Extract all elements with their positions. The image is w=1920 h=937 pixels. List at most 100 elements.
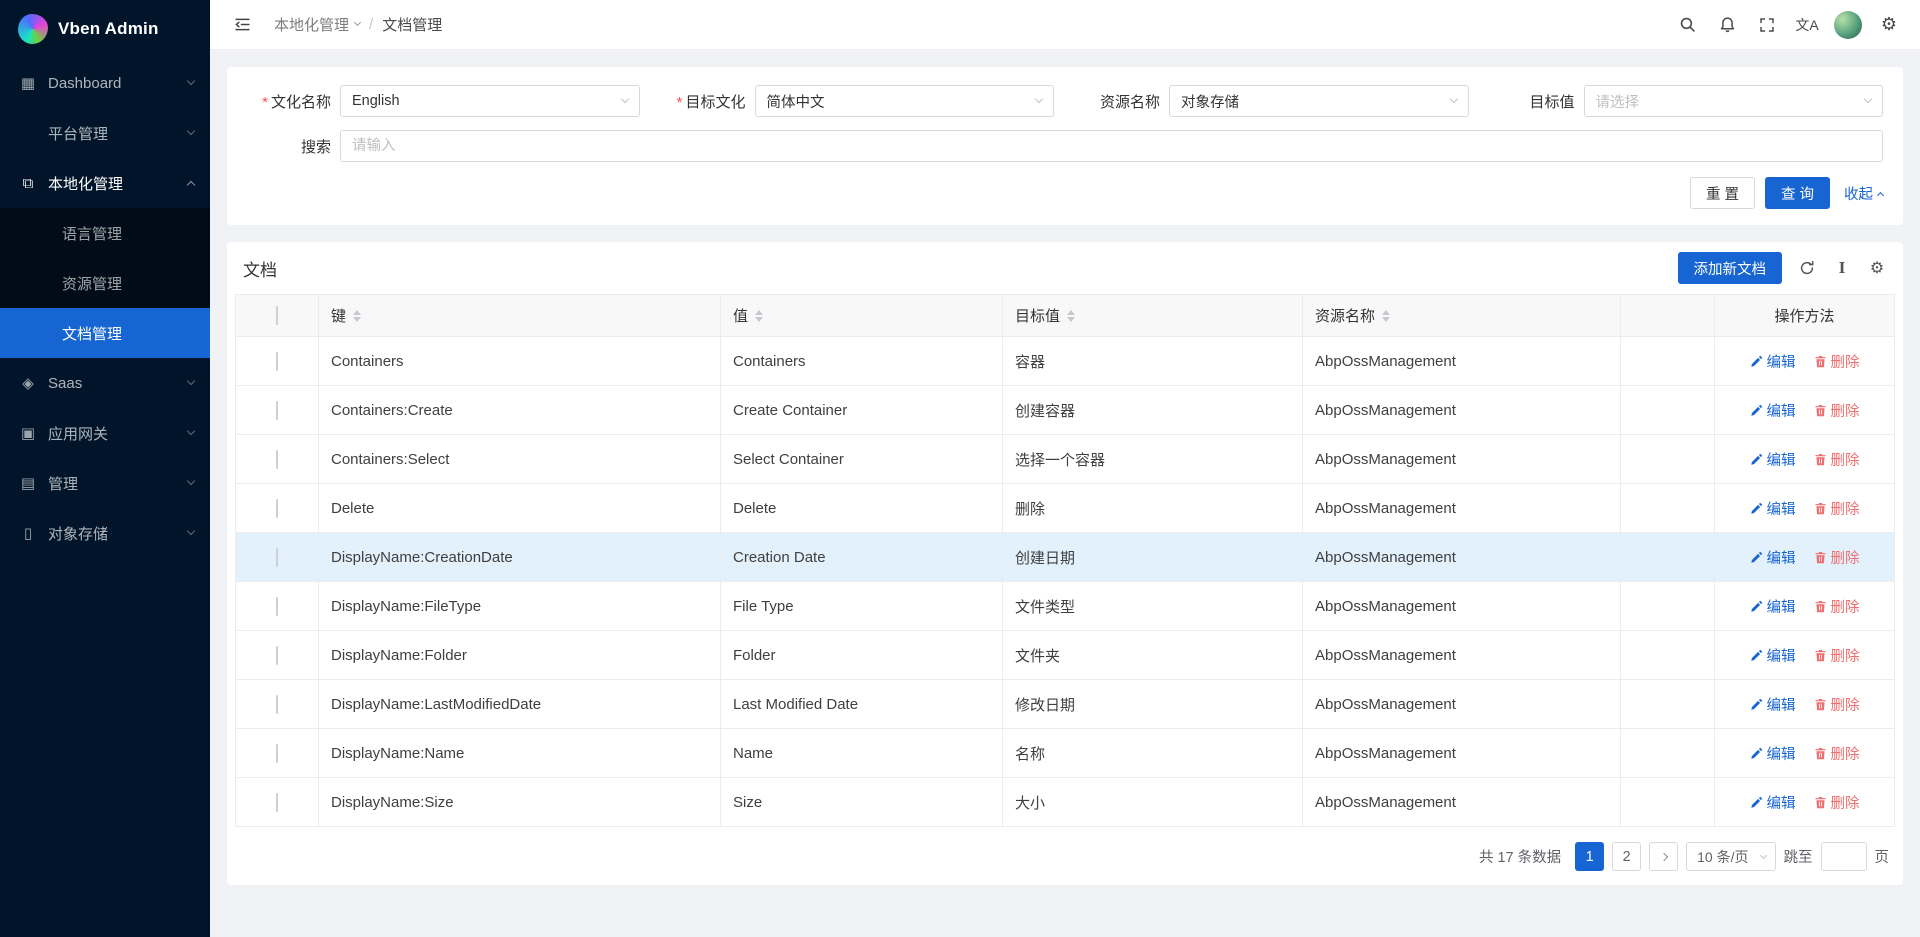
main-area: 本地化管理 / 文档管理 [210,0,1920,937]
sidebar-item-object-storage[interactable]: ▯对象存储 [0,508,210,558]
query-button[interactable]: 查 询 [1765,177,1830,209]
sidebar-menu: ▦Dashboard平台管理⧉本地化管理语言管理资源管理文档管理◈Saas▣应用… [0,58,210,558]
sidebar-subitem-resource[interactable]: 资源管理 [0,258,210,308]
column-header-2[interactable]: 目标值 [1003,295,1303,337]
edit-button[interactable]: 编辑 [1750,351,1796,372]
breadcrumb-current: 文档管理 [382,14,442,35]
column-header-0[interactable]: 键 [319,295,721,337]
row-checkbox-cell [236,582,319,631]
row-checkbox[interactable] [276,548,278,567]
row-checkbox[interactable] [276,597,278,616]
collapse-link[interactable]: 收起 [1844,183,1883,204]
trash-icon [1814,453,1827,466]
target-culture-select[interactable]: 简体中文 [755,85,1055,117]
table-row: ContainersContainers容器AbpOssManagement编辑… [236,337,1895,386]
pencil-icon [1750,698,1763,711]
select-all-checkbox[interactable] [276,306,278,325]
menu-fold-icon[interactable] [226,5,258,45]
sort-icon[interactable] [1382,310,1390,322]
sidebar-item-localization[interactable]: ⧉本地化管理 [0,158,210,208]
search-input[interactable] [340,130,1883,162]
edit-button[interactable]: 编辑 [1750,498,1796,519]
target-value-select[interactable]: 请选择 [1584,85,1884,117]
row-checkbox[interactable] [276,646,278,665]
delete-button[interactable]: 删除 [1814,400,1860,421]
resource-name-select[interactable]: 对象存储 [1169,85,1469,117]
gateway-icon: ▣ [18,424,38,442]
filter-row-2: 搜索 [247,130,1883,162]
sidebar-item-management[interactable]: ▤管理 [0,458,210,508]
row-checkbox[interactable] [276,744,278,763]
chevron-down-icon [1864,95,1872,103]
delete-button[interactable]: 删除 [1814,498,1860,519]
select-all-header-cell [236,295,319,337]
edit-button[interactable]: 编辑 [1750,449,1796,470]
sort-icon[interactable] [353,310,361,322]
column-header-3[interactable]: 资源名称 [1303,295,1621,337]
delete-button[interactable]: 删除 [1814,351,1860,372]
refresh-icon[interactable] [1797,258,1817,278]
cell-key: DisplayName:FileType [319,582,721,631]
sidebar-subitem-language[interactable]: 语言管理 [0,208,210,258]
row-checkbox[interactable] [276,401,278,420]
app-logo[interactable]: Vben Admin [0,0,210,58]
cell-resource-name: AbpOssManagement [1303,631,1621,680]
sort-icon[interactable] [1067,310,1075,322]
cell-value: Select Container [721,435,1003,484]
edit-button[interactable]: 编辑 [1750,694,1796,715]
edit-button[interactable]: 编辑 [1750,645,1796,666]
delete-button[interactable]: 删除 [1814,792,1860,813]
page-size-select[interactable]: 10 条/页 [1686,842,1775,871]
pencil-icon [1750,747,1763,760]
row-checkbox[interactable] [276,499,278,518]
edit-button[interactable]: 编辑 [1750,596,1796,617]
row-checkbox[interactable] [276,352,278,371]
page-button-1[interactable]: 1 [1575,842,1604,871]
row-checkbox[interactable] [276,695,278,714]
culture-name-select[interactable]: English [340,85,640,117]
row-checkbox[interactable] [276,793,278,812]
reset-button[interactable]: 重 置 [1690,177,1755,209]
search-label: 搜索 [247,136,331,157]
search-icon[interactable] [1670,4,1704,46]
add-document-button[interactable]: 添加新文档 [1678,252,1783,284]
chevron-up-icon [187,181,195,189]
sidebar-item-gateway[interactable]: ▣应用网关 [0,408,210,458]
chevron-down-icon [187,477,195,485]
page-button-2[interactable]: 2 [1612,842,1641,871]
next-page-button[interactable] [1649,842,1678,871]
cell-key: DisplayName:Folder [319,631,721,680]
cell-target-value: 容器 [1003,337,1303,386]
trash-icon [1814,600,1827,613]
delete-button[interactable]: 删除 [1814,645,1860,666]
breadcrumb-parent[interactable]: 本地化管理 [274,14,360,35]
edit-button[interactable]: 编辑 [1750,400,1796,421]
documents-table: 键值目标值资源名称操作方法 ContainersContainers容器AbpO… [235,294,1895,827]
sidebar-subitem-document[interactable]: 文档管理 [0,308,210,358]
edit-button[interactable]: 编辑 [1750,743,1796,764]
translate-icon[interactable]: 文A [1790,4,1824,46]
sidebar-item-platform[interactable]: 平台管理 [0,108,210,158]
pencil-icon [1750,355,1763,368]
row-checkbox[interactable] [276,450,278,469]
submenu-localization: 语言管理资源管理文档管理 [0,208,210,358]
sort-icon[interactable] [755,310,763,322]
fullscreen-icon[interactable] [1750,4,1784,46]
bell-icon[interactable] [1710,4,1744,46]
delete-button[interactable]: 删除 [1814,743,1860,764]
sidebar-item-saas[interactable]: ◈Saas [0,358,210,408]
row-height-icon[interactable]: I [1832,258,1852,278]
delete-button[interactable]: 删除 [1814,449,1860,470]
jump-page-input[interactable] [1821,842,1867,871]
avatar[interactable] [1834,11,1862,39]
column-header-1[interactable]: 值 [721,295,1003,337]
edit-button[interactable]: 编辑 [1750,792,1796,813]
settings-gear-icon[interactable]: ⚙ [1872,4,1906,46]
delete-button[interactable]: 删除 [1814,547,1860,568]
delete-button[interactable]: 删除 [1814,694,1860,715]
pencil-icon [1750,551,1763,564]
delete-button[interactable]: 删除 [1814,596,1860,617]
column-settings-icon[interactable]: ⚙ [1867,258,1887,278]
sidebar-item-dashboard[interactable]: ▦Dashboard [0,58,210,108]
edit-button[interactable]: 编辑 [1750,547,1796,568]
